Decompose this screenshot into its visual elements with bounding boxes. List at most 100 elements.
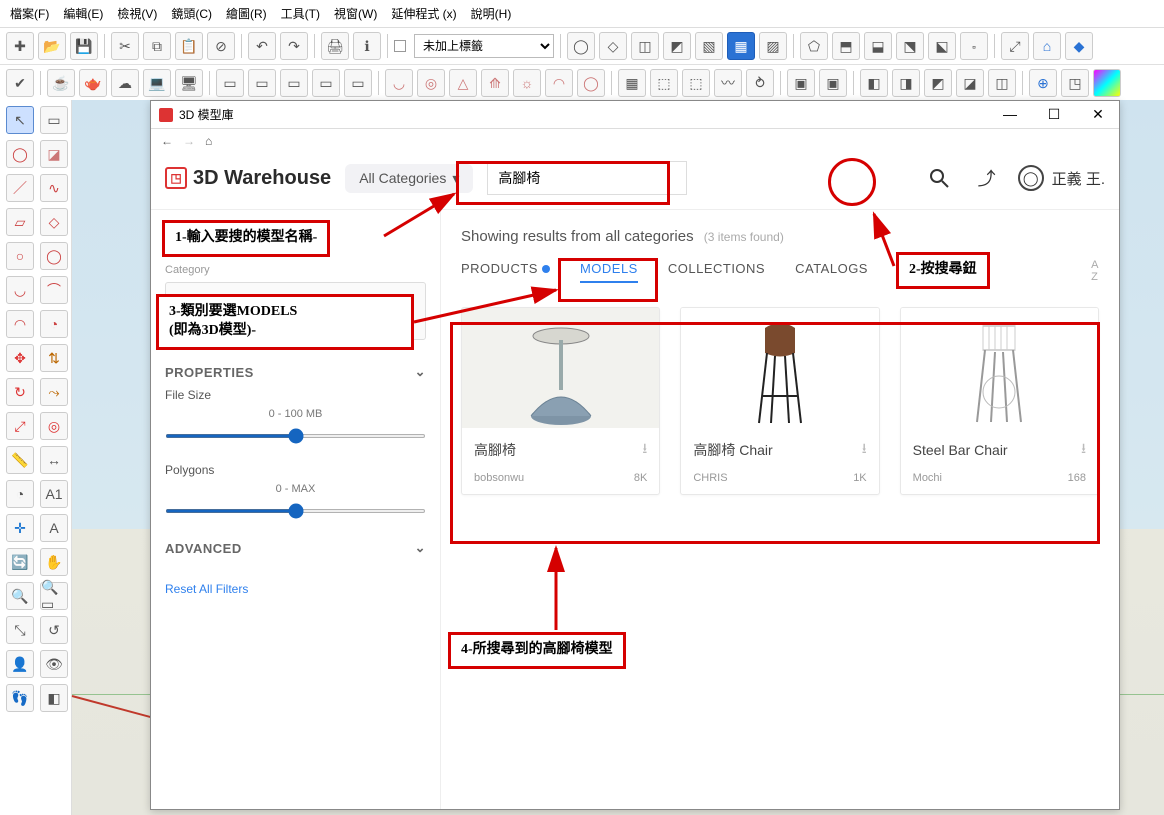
- menu-ext[interactable]: 延伸程式 (x): [387, 3, 460, 24]
- warehouse-logo[interactable]: ◳ 3D Warehouse: [165, 167, 331, 190]
- lasso-icon[interactable]: ◯: [6, 140, 34, 168]
- menu-draw[interactable]: 繪圖(R): [222, 3, 271, 24]
- text-label-icon[interactable]: A1: [40, 480, 68, 508]
- sort-toggle[interactable]: A Z: [1091, 259, 1099, 283]
- box3d-1-icon[interactable]: ⬚: [650, 69, 678, 97]
- grid-icon[interactable]: ▦: [618, 69, 646, 97]
- swirl-icon[interactable]: ⥁: [746, 69, 774, 97]
- menu-camera[interactable]: 鏡頭(C): [167, 3, 216, 24]
- sun-icon[interactable]: ☼: [513, 69, 541, 97]
- menu-view[interactable]: 檢視(V): [113, 3, 161, 24]
- cube-a-icon[interactable]: ◧: [860, 69, 888, 97]
- view-left-icon[interactable]: ⬞: [960, 32, 988, 60]
- win-close-button[interactable]: ✕: [1085, 106, 1111, 123]
- search-button[interactable]: [922, 161, 956, 195]
- sphere-icon[interactable]: ◯: [577, 69, 605, 97]
- cursor-cube-icon[interactable]: ◳: [1061, 69, 1089, 97]
- paste-icon[interactable]: 📋: [175, 32, 203, 60]
- laptop-icon[interactable]: 💻: [143, 69, 171, 97]
- reset-filters-link[interactable]: Reset All Filters: [165, 582, 426, 596]
- validity-icon[interactable]: ✔: [6, 69, 34, 97]
- arc-1-icon[interactable]: ◡: [6, 276, 34, 304]
- view-top-icon[interactable]: ⬒: [832, 32, 860, 60]
- delete-icon[interactable]: ⊘: [207, 32, 235, 60]
- orbit-icon[interactable]: 🔄: [6, 548, 34, 576]
- advanced-heading[interactable]: ADVANCED⌄: [165, 540, 426, 556]
- tab-products[interactable]: PRODUCTS: [461, 261, 550, 282]
- pushpull-icon[interactable]: ⇅: [40, 344, 68, 372]
- cube-e-icon[interactable]: ◫: [988, 69, 1016, 97]
- zoom-extents-icon[interactable]: ⤡: [6, 616, 34, 644]
- globe-icon[interactable]: ⊕: [1029, 69, 1057, 97]
- window-2-icon[interactable]: ▭: [248, 69, 276, 97]
- upload-button[interactable]: ⤴: [970, 161, 1004, 195]
- cloud-icon[interactable]: ☁: [111, 69, 139, 97]
- section-icon[interactable]: ◧: [40, 684, 68, 712]
- prev-view-icon[interactable]: ↺: [40, 616, 68, 644]
- win-minimize-button[interactable]: —: [997, 106, 1023, 123]
- win-maximize-button[interactable]: ☐: [1041, 106, 1067, 123]
- followme-icon[interactable]: ⤳: [40, 378, 68, 406]
- view-right-icon[interactable]: ⬔: [896, 32, 924, 60]
- window-4-icon[interactable]: ▭: [312, 69, 340, 97]
- offset-icon[interactable]: ◎: [40, 412, 68, 440]
- view-front-icon[interactable]: ⬓: [864, 32, 892, 60]
- axes-icon[interactable]: ✛: [6, 514, 34, 542]
- render-mode-6-icon[interactable]: ▦: [727, 32, 755, 60]
- rectangle-icon[interactable]: ▭: [40, 106, 68, 134]
- menu-edit[interactable]: 編輯(E): [59, 3, 107, 24]
- arc-2-icon[interactable]: ⌒: [40, 276, 68, 304]
- tape-icon[interactable]: 📏: [6, 446, 34, 474]
- kettle-icon[interactable]: 🫖: [79, 69, 107, 97]
- eraser-icon[interactable]: ◪: [40, 140, 68, 168]
- dimension-icon[interactable]: ↔: [40, 446, 68, 474]
- warehouse-titlebar[interactable]: 3D 模型庫 — ☐ ✕: [151, 101, 1119, 129]
- print-icon[interactable]: 🖨: [321, 32, 349, 60]
- window-1-icon[interactable]: ▭: [216, 69, 244, 97]
- pencil-icon[interactable]: ／: [6, 174, 34, 202]
- zoom-window-icon[interactable]: 🔍▭: [40, 582, 68, 610]
- dish-icon[interactable]: ◡: [385, 69, 413, 97]
- window-3-icon[interactable]: ▭: [280, 69, 308, 97]
- view-iso-icon[interactable]: ⬠: [800, 32, 828, 60]
- window-5-icon[interactable]: ▭: [344, 69, 372, 97]
- filesize-slider[interactable]: [165, 434, 426, 438]
- nav-home-icon[interactable]: ⌂: [205, 134, 212, 148]
- cube-c-icon[interactable]: ◩: [924, 69, 952, 97]
- save-file-icon[interactable]: 💾: [70, 32, 98, 60]
- warehouse-icon[interactable]: ⤢: [1001, 32, 1029, 60]
- polygons-slider[interactable]: [165, 509, 426, 513]
- move-icon[interactable]: ✥: [6, 344, 34, 372]
- ring-icon[interactable]: ◎: [417, 69, 445, 97]
- new-file-icon[interactable]: ✚: [6, 32, 34, 60]
- wave-icon[interactable]: 〰: [714, 69, 742, 97]
- tab-collections[interactable]: COLLECTIONS: [668, 261, 765, 282]
- render-mode-2-icon[interactable]: ◇: [599, 32, 627, 60]
- ext-warehouse-icon[interactable]: ◆: [1065, 32, 1093, 60]
- view-back-icon[interactable]: ⬕: [928, 32, 956, 60]
- freehand-icon[interactable]: ∿: [40, 174, 68, 202]
- menu-window[interactable]: 視窗(W): [330, 3, 381, 24]
- menu-help[interactable]: 說明(H): [467, 3, 516, 24]
- model-info-icon[interactable]: ℹ: [353, 32, 381, 60]
- nav-back-icon[interactable]: ←: [161, 134, 173, 148]
- render-mode-1-icon[interactable]: ◯: [567, 32, 595, 60]
- walk-icon[interactable]: 👣: [6, 684, 34, 712]
- user-menu[interactable]: ◯ 正義 王.: [1018, 165, 1105, 191]
- position-camera-icon[interactable]: 👤: [6, 650, 34, 678]
- redo-icon[interactable]: ↷: [280, 32, 308, 60]
- arc-3-icon[interactable]: ◠: [6, 310, 34, 338]
- rotate-icon[interactable]: ↻: [6, 378, 34, 406]
- cube-d-icon[interactable]: ◪: [956, 69, 984, 97]
- color-swatch-icon[interactable]: [1093, 69, 1121, 97]
- 3dtext-icon[interactable]: A: [40, 514, 68, 542]
- category-dropdown[interactable]: All Categories ▾: [345, 164, 473, 193]
- polygon-tool-icon[interactable]: ◯: [40, 242, 68, 270]
- box3d-2-icon[interactable]: ⬚: [682, 69, 710, 97]
- look-around-icon[interactable]: 👁: [40, 650, 68, 678]
- zoom-icon[interactable]: 🔍: [6, 582, 34, 610]
- undo-icon[interactable]: ↶: [248, 32, 276, 60]
- render-mode-5-icon[interactable]: ▧: [695, 32, 723, 60]
- properties-heading[interactable]: PROPERTIES⌄: [165, 364, 426, 380]
- copy-icon[interactable]: ⧉: [143, 32, 171, 60]
